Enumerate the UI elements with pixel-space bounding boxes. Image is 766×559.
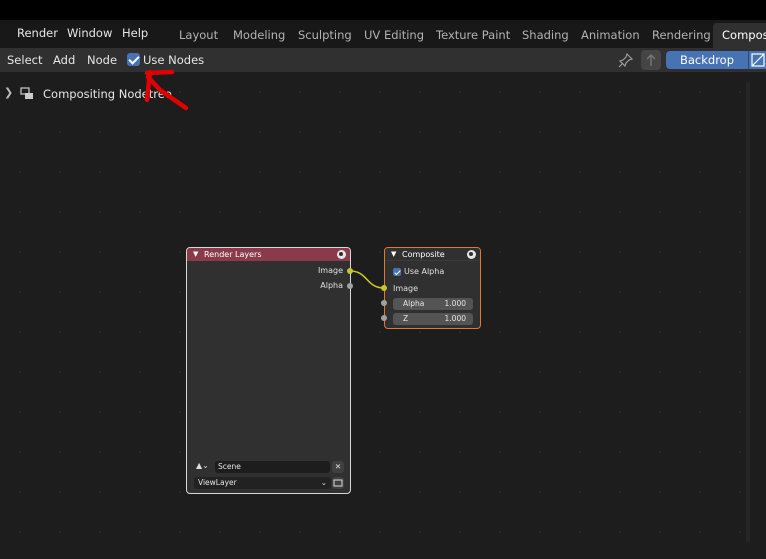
alpha-label: Alpha bbox=[403, 299, 425, 308]
z-value: 1.000 bbox=[444, 314, 466, 323]
node-tree-icon bbox=[20, 87, 33, 99]
socket-alpha-out[interactable] bbox=[347, 283, 353, 289]
alpha-value-field[interactable]: Alpha 1.000 bbox=[393, 298, 473, 310]
top-menu-bar: : Render Window Help Layout Modeling Scu… bbox=[0, 20, 766, 48]
socket-alpha-in[interactable] bbox=[381, 300, 387, 306]
render-layers-header[interactable]: ▼ Render Layers bbox=[187, 248, 350, 261]
clear-scene-button[interactable]: ✕ bbox=[332, 461, 344, 473]
tab-texture-paint[interactable]: Texture Paint bbox=[436, 28, 510, 42]
arrow-up-icon bbox=[646, 54, 656, 66]
vertical-scrollbar[interactable] bbox=[746, 82, 750, 542]
top-strip bbox=[0, 0, 766, 20]
menu-window[interactable]: Window bbox=[67, 26, 112, 40]
menu-render[interactable]: Render bbox=[17, 26, 58, 40]
composite-node[interactable]: ▼ Composite Use Alpha Image Alpha 1.000 … bbox=[384, 247, 481, 329]
tab-animation[interactable]: Animation bbox=[581, 28, 640, 42]
tab-rendering[interactable]: Rendering bbox=[652, 28, 711, 42]
chevron-right-icon[interactable]: ❯ bbox=[4, 86, 13, 99]
z-label: Z bbox=[403, 314, 409, 323]
output-alpha-label: Alpha bbox=[320, 281, 343, 290]
z-value-field[interactable]: Z 1.000 bbox=[393, 313, 473, 325]
render-layers-node[interactable]: ▼ Render Layers Image Alpha ▲⌄ Scene ✕ V… bbox=[186, 247, 351, 494]
preview-sphere-icon bbox=[337, 250, 346, 259]
output-image-label: Image bbox=[317, 266, 343, 275]
tab-sculpting[interactable]: Sculpting bbox=[298, 28, 352, 42]
node-menu[interactable]: Node bbox=[87, 53, 117, 67]
view-layer-value: ViewLayer bbox=[198, 478, 237, 487]
breadcrumb-label: Compositing Nodetree bbox=[43, 87, 172, 101]
input-image-label: Image bbox=[393, 284, 419, 293]
add-menu[interactable]: Add bbox=[53, 53, 75, 67]
alpha-value: 1.000 bbox=[444, 299, 466, 308]
camera-icon bbox=[333, 479, 343, 487]
socket-image-in[interactable] bbox=[381, 285, 387, 291]
use-alpha-label[interactable]: Use Alpha bbox=[404, 267, 444, 276]
image-channels-icon bbox=[751, 53, 765, 67]
tab-modeling[interactable]: Modeling bbox=[233, 28, 285, 42]
backdrop-button[interactable]: Backdrop bbox=[666, 51, 748, 69]
use-alpha-checkbox[interactable] bbox=[393, 268, 401, 276]
parent-node-tree-button[interactable] bbox=[641, 50, 661, 70]
socket-z-in[interactable] bbox=[381, 315, 387, 321]
pin-icon[interactable] bbox=[618, 52, 634, 68]
tab-compositing[interactable]: Composi bbox=[713, 23, 766, 48]
chevron-down-icon: ⌄ bbox=[320, 478, 327, 487]
tab-shading[interactable]: Shading bbox=[522, 28, 569, 42]
view-layer-dropdown[interactable]: ViewLayer ⌄ bbox=[194, 477, 331, 489]
menu-edge-glyph: : bbox=[0, 26, 1, 40]
composite-title: Composite bbox=[402, 250, 445, 259]
use-nodes-checkbox[interactable] bbox=[127, 53, 140, 66]
scene-field[interactable]: Scene bbox=[215, 461, 330, 473]
use-nodes-label[interactable]: Use Nodes bbox=[143, 53, 204, 67]
collapse-arrow-icon[interactable]: ▼ bbox=[391, 248, 396, 261]
render-layers-title: Render Layers bbox=[204, 250, 262, 259]
backdrop-channels-button[interactable] bbox=[748, 51, 766, 69]
preview-sphere-icon bbox=[467, 250, 476, 259]
select-menu[interactable]: Select bbox=[7, 53, 42, 67]
scene-icon[interactable]: ▲⌄ bbox=[196, 461, 212, 473]
tab-uv-editing[interactable]: UV Editing bbox=[364, 28, 424, 42]
tab-layout[interactable]: Layout bbox=[179, 28, 218, 42]
composite-header[interactable]: ▼ Composite bbox=[385, 248, 480, 261]
menu-help[interactable]: Help bbox=[122, 26, 148, 40]
collapse-arrow-icon[interactable]: ▼ bbox=[193, 248, 198, 261]
render-view-layer-button[interactable] bbox=[332, 477, 344, 489]
socket-image-out[interactable] bbox=[347, 268, 353, 274]
